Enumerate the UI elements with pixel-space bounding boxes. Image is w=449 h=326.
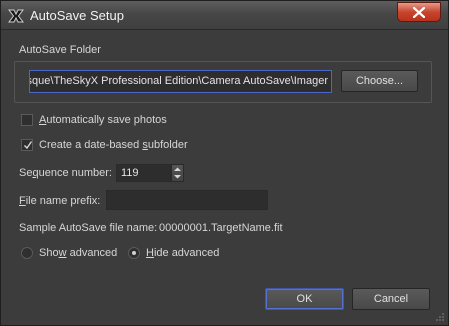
show-advanced-label[interactable]: Show advanced: [39, 247, 117, 259]
autosave-folder-path-field[interactable]: isque\TheSkyX Professional Edition\Camer…: [29, 70, 332, 93]
title-bar[interactable]: AutoSave Setup: [1, 1, 448, 30]
sample-file-name-value: 00000001.TargetName.fit: [159, 222, 283, 234]
file-name-prefix-label: File name prefix:: [19, 195, 101, 207]
resize-grip-icon[interactable]: [435, 312, 445, 322]
sequence-number-input[interactable]: 119: [116, 164, 171, 182]
close-icon: [413, 7, 425, 18]
window-title: AutoSave Setup: [30, 8, 124, 23]
hide-advanced-radio[interactable]: [128, 247, 140, 259]
auto-save-photos-checkbox[interactable]: [21, 114, 33, 126]
spin-up-icon[interactable]: [174, 167, 181, 172]
close-button[interactable]: [397, 2, 441, 22]
spin-down-icon[interactable]: [174, 175, 181, 179]
autosave-folder-path-text: isque\TheSkyX Professional Edition\Camer…: [29, 75, 328, 87]
hide-advanced-label[interactable]: Hide advanced: [146, 247, 219, 259]
autosave-folder-group-label: AutoSave Folder: [19, 44, 101, 56]
radio-selected-dot: [132, 251, 136, 255]
date-subfolder-checkbox[interactable]: [21, 139, 33, 151]
cancel-button[interactable]: Cancel: [352, 288, 430, 310]
date-subfolder-label[interactable]: Create a date-based subfolder: [39, 139, 188, 151]
checkmark-icon: [24, 141, 33, 150]
auto-save-photos-label[interactable]: Automatically save photos: [39, 114, 167, 126]
choose-folder-button[interactable]: Choose...: [341, 70, 418, 92]
show-advanced-radio[interactable]: [21, 247, 33, 259]
file-name-prefix-input[interactable]: [106, 190, 268, 210]
sample-file-name-label: Sample AutoSave file name:: [19, 222, 158, 234]
theskyx-app-icon: [8, 9, 24, 23]
sequence-number-value: 119: [121, 167, 139, 179]
sequence-number-label: Sequence number:: [19, 167, 112, 179]
sequence-number-spinner[interactable]: [171, 164, 184, 182]
ok-button[interactable]: OK: [265, 288, 344, 310]
autosave-setup-dialog: AutoSave Setup AutoSave Folder isque\The…: [0, 0, 449, 326]
